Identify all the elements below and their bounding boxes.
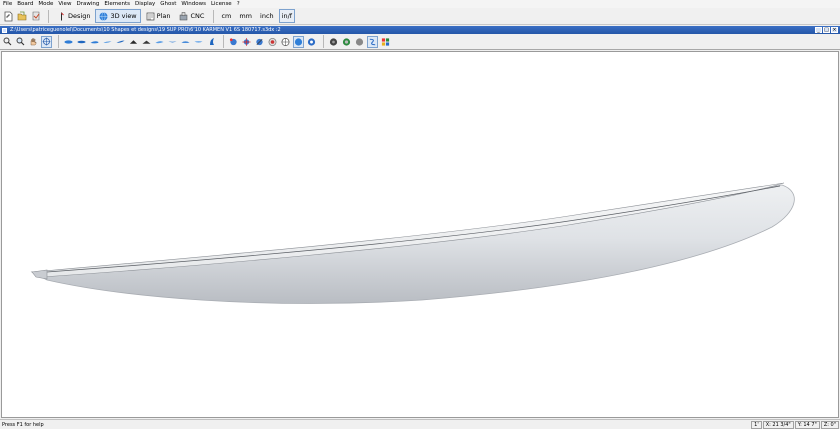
menu-display[interactable]: Display — [135, 0, 155, 8]
menu-help[interactable]: ? — [237, 0, 240, 8]
unit-inch-button[interactable]: inch — [257, 9, 277, 23]
status-x-coordinate: X: 21 3/4" — [762, 420, 794, 429]
menu-elements[interactable]: Elements — [104, 0, 130, 8]
view-bottom-rotated-icon[interactable] — [193, 36, 204, 48]
view-bottom-icon[interactable] — [76, 36, 87, 48]
light-move-icon[interactable] — [241, 36, 252, 48]
render-shaded-icon[interactable] — [293, 35, 304, 48]
view-nose-icon[interactable] — [115, 36, 126, 48]
display-color-icon[interactable] — [341, 36, 352, 48]
display-gray-icon[interactable] — [354, 36, 365, 48]
mode-plan-button[interactable]: Plan — [142, 9, 175, 23]
3d-viewport[interactable] — [1, 51, 839, 418]
maximize-button[interactable]: □ — [823, 27, 830, 33]
palette-icon[interactable] — [380, 36, 391, 48]
render-wire-icon[interactable] — [280, 36, 291, 48]
mode-design-button[interactable]: Design — [53, 9, 94, 23]
display-dark-icon[interactable] — [328, 36, 339, 48]
toolbar-separator — [48, 9, 49, 23]
pan-hand-icon[interactable] — [28, 36, 39, 48]
menu-drawing[interactable]: Drawing — [76, 0, 99, 8]
save-file-icon[interactable] — [30, 10, 42, 23]
main-toolbar: Design 3D view Plan CNC cm mm inch in/f — [0, 8, 840, 25]
toolbar-separator — [223, 35, 224, 48]
toolbar-separator — [323, 35, 324, 48]
mode-design-label: Design — [68, 12, 91, 20]
view-side-icon[interactable] — [102, 36, 113, 48]
menu-bar: File Board Mode View Drawing Elements Di… — [0, 0, 840, 8]
toolbar-separator — [213, 9, 215, 23]
zoom-icon[interactable] — [2, 36, 13, 48]
light-reset-icon[interactable] — [254, 36, 265, 48]
menu-windows[interactable]: Windows — [181, 0, 206, 8]
globe-icon — [99, 11, 108, 21]
open-file-icon[interactable] — [16, 10, 28, 23]
menu-board[interactable]: Board — [17, 0, 33, 8]
mode-3d-view-label: 3D view — [110, 12, 137, 20]
view-deck-icon[interactable] — [63, 36, 74, 48]
document-icon — [2, 27, 7, 33]
view-iso-icon[interactable] — [167, 36, 178, 48]
mode-cnc-button[interactable]: CNC — [175, 9, 208, 23]
view-top-rotated-icon[interactable] — [180, 36, 191, 48]
render-texture-icon[interactable] — [306, 36, 317, 48]
board-tail — [31, 269, 48, 280]
curvature-icon[interactable] — [367, 35, 378, 48]
status-help-text: Press F1 for help — [2, 421, 44, 428]
status-z-coordinate: Z: 0" — [820, 420, 839, 429]
view-tail-icon[interactable] — [128, 36, 139, 48]
view-rail-icon[interactable] — [89, 36, 100, 48]
unit-cm-button[interactable]: cm — [218, 9, 234, 23]
menu-license[interactable]: License — [211, 0, 232, 8]
view-perspective-icon[interactable] — [154, 36, 165, 48]
mode-3d-view-button[interactable]: 3D view — [95, 9, 141, 23]
mode-plan-label: Plan — [156, 12, 171, 20]
plan-icon — [146, 12, 154, 20]
document-title: Z:\Users\patriceguenolel\Documents\10 Sh… — [10, 27, 281, 33]
document-title-bar: Z:\Users\patriceguenolel\Documents\10 Sh… — [0, 26, 840, 34]
light-icon[interactable] — [228, 36, 239, 48]
window-controls: _ □ × — [814, 27, 838, 33]
mode-cnc-label: CNC — [190, 12, 205, 20]
unit-inch-fraction-button[interactable]: in/f — [278, 9, 296, 23]
toolbar-separator — [58, 35, 59, 48]
view-toolbar — [0, 34, 840, 50]
render-smooth-icon[interactable] — [267, 36, 278, 48]
zoom-window-icon[interactable] — [15, 36, 26, 48]
view-fin-icon[interactable] — [206, 36, 217, 48]
status-scale: 1' — [751, 420, 762, 429]
minimize-button[interactable]: _ — [815, 27, 822, 33]
unit-mm-button[interactable]: mm — [236, 9, 255, 23]
menu-ghost[interactable]: Ghost — [160, 0, 176, 8]
close-button[interactable]: × — [831, 27, 838, 33]
cnc-machine-icon — [180, 11, 188, 20]
view-front-icon[interactable] — [141, 36, 152, 48]
menu-view[interactable]: View — [58, 0, 71, 8]
menu-file[interactable]: File — [3, 0, 12, 8]
status-y-coordinate: Y: 14 7" — [794, 420, 820, 429]
rotate-view-icon[interactable] — [41, 35, 52, 48]
board-render — [30, 182, 795, 304]
new-file-icon[interactable] — [2, 10, 14, 23]
menu-mode[interactable]: Mode — [38, 0, 53, 8]
status-bar: Press F1 for help 1' X: 21 3/4" Y: 14 7"… — [0, 419, 840, 429]
design-icon — [61, 12, 64, 20]
